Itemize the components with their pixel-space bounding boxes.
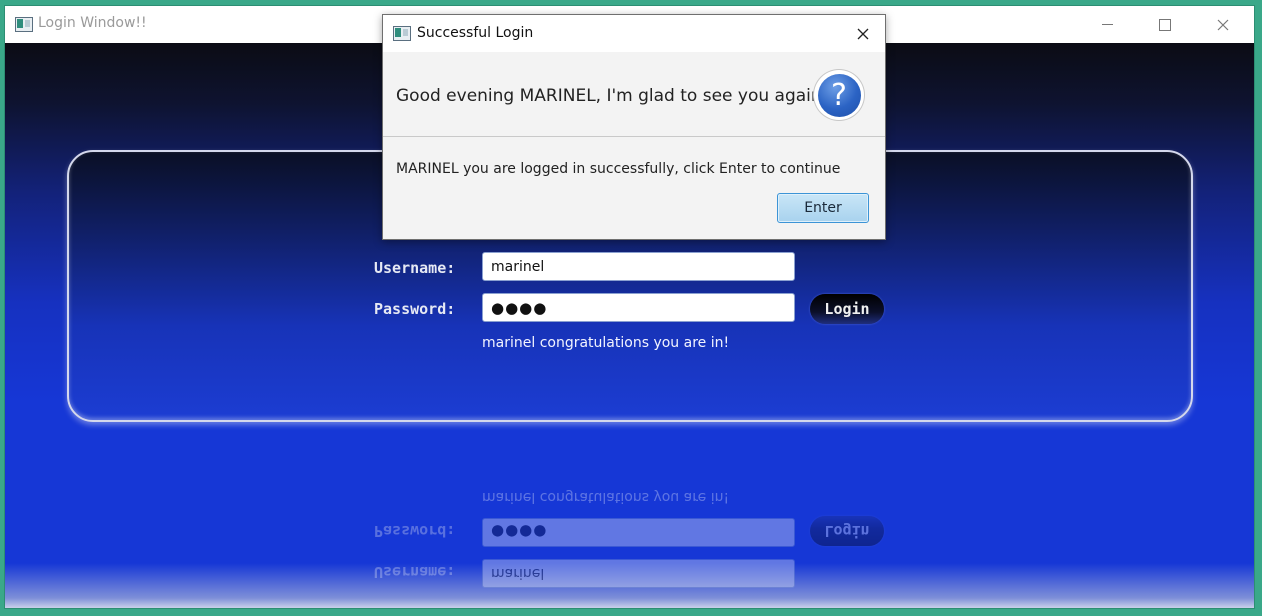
minimize-button[interactable] <box>1078 6 1136 43</box>
status-message: marinel congratulations you are in! <box>482 335 730 351</box>
close-button[interactable] <box>1194 6 1252 43</box>
reflection-effect: Username: marinel Password: ●●●● Login m… <box>5 420 1254 608</box>
java-app-icon <box>15 17 33 32</box>
window-title: Login Window!! <box>38 15 147 31</box>
minimize-icon <box>1101 24 1113 25</box>
question-mark: ? <box>817 73 861 117</box>
maximize-button[interactable] <box>1136 6 1194 43</box>
close-icon <box>1217 19 1229 30</box>
password-label: Password: <box>374 300 456 318</box>
maximize-icon <box>1159 18 1171 31</box>
enter-button[interactable]: Enter <box>777 193 869 223</box>
reflected-username-input: marinel <box>482 559 795 588</box>
success-dialog: Successful Login Good evening MARINEL, I… <box>382 14 886 240</box>
close-icon <box>857 28 869 39</box>
reflected-username-label: Username: <box>374 563 456 581</box>
dialog-title: Successful Login <box>417 25 534 41</box>
dialog-close-button[interactable] <box>841 15 885 52</box>
login-button[interactable]: Login <box>810 294 884 324</box>
username-input[interactable]: marinel <box>482 252 795 281</box>
reflected-login-button: Login <box>810 516 884 546</box>
reflected-status-message: marinel congratulations you are in! <box>482 489 730 505</box>
java-app-icon <box>393 26 411 41</box>
question-icon: ? <box>814 70 864 120</box>
dialog-content-text: MARINEL you are logged in successfully, … <box>396 161 841 177</box>
dialog-header-text: Good evening MARINEL, I'm glad to see yo… <box>396 86 822 106</box>
reflected-password-label: Password: <box>374 522 456 540</box>
username-label: Username: <box>374 259 456 277</box>
dialog-titlebar[interactable]: Successful Login <box>383 15 885 52</box>
reflected-password-input: ●●●● <box>482 518 795 547</box>
password-input[interactable]: ●●●● <box>482 293 795 322</box>
dialog-header: Good evening MARINEL, I'm glad to see yo… <box>383 52 885 137</box>
